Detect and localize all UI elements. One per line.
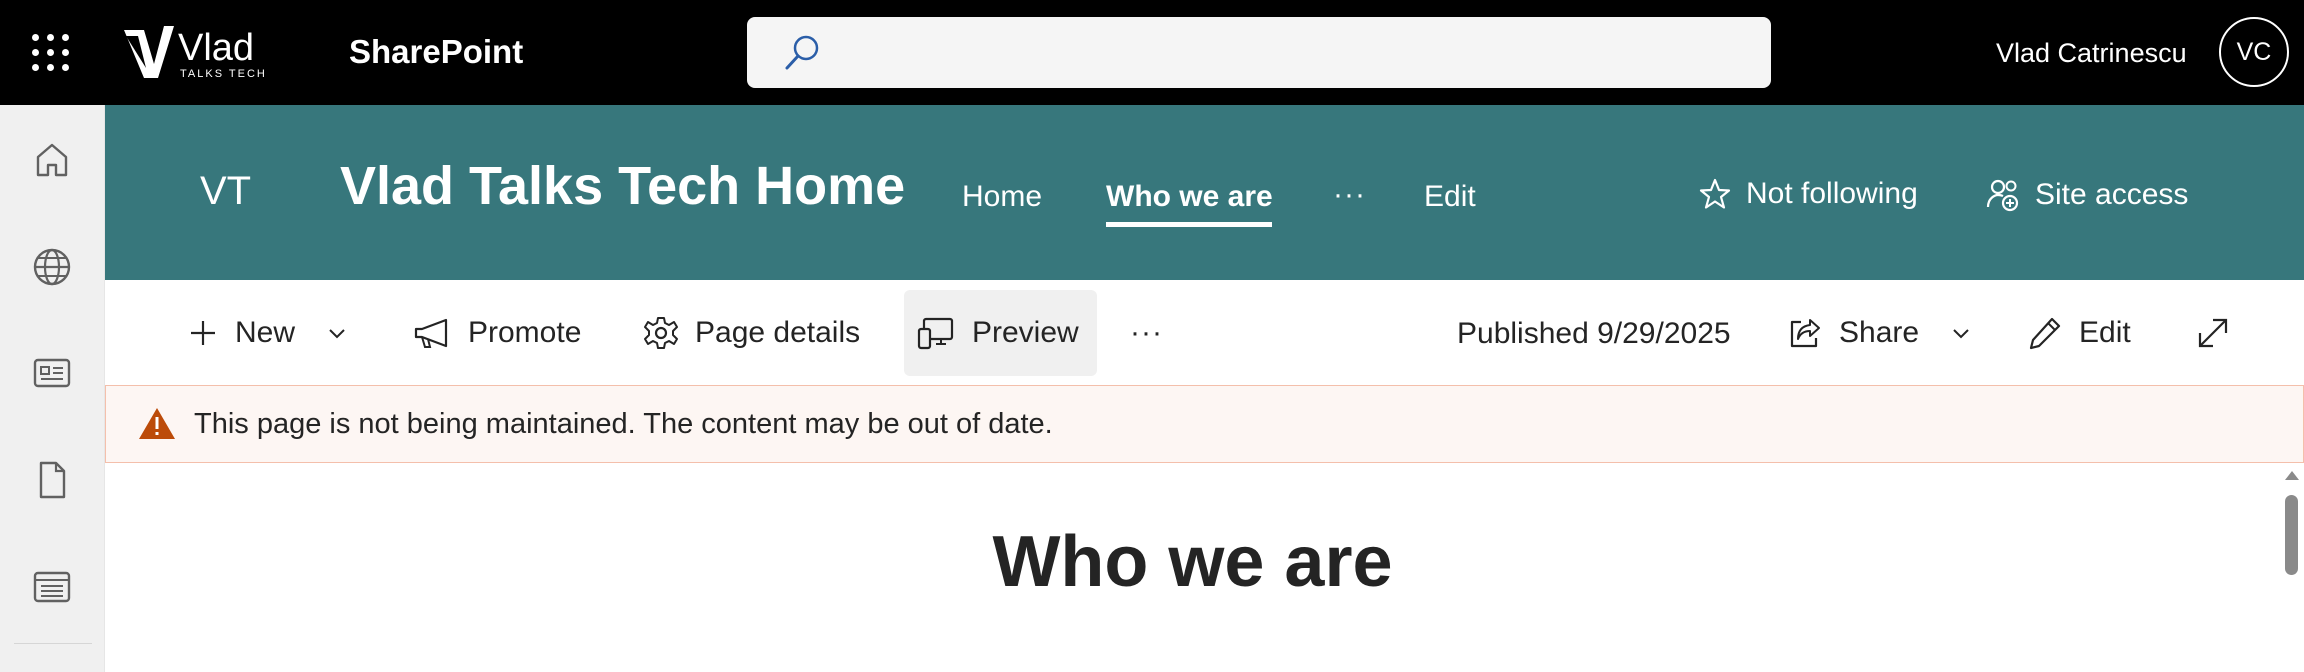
site-header: VT Vlad Talks Tech Home Home Who we are …	[105, 105, 2304, 280]
site-access-label: Site access	[2035, 178, 2189, 211]
scroll-thumb[interactable]	[2285, 495, 2298, 575]
star-icon	[1699, 178, 1731, 209]
published-status: Published 9/29/2025	[1457, 317, 1731, 350]
rail-divider	[14, 643, 92, 644]
app-launcher-icon[interactable]	[32, 34, 70, 72]
more-commands-button[interactable]: ···	[1130, 290, 1163, 376]
left-rail	[0, 105, 105, 672]
warning-banner: This page is not being maintained. The c…	[105, 385, 2304, 463]
chevron-down-icon	[329, 329, 345, 339]
document-icon	[39, 461, 66, 499]
preview-devices-icon	[917, 317, 954, 350]
plus-icon	[191, 321, 215, 345]
page-details-button[interactable]: Page details	[643, 290, 860, 376]
rail-news-button[interactable]	[22, 343, 82, 403]
fullscreen-button[interactable]	[2195, 290, 2231, 376]
globe-icon	[33, 248, 71, 286]
rail-home-button[interactable]	[22, 130, 82, 190]
rail-sites-button[interactable]	[22, 237, 82, 297]
gear-icon	[644, 317, 678, 349]
chevron-down-icon	[1953, 329, 1969, 339]
scroll-up-arrow-icon[interactable]	[2285, 471, 2299, 480]
site-title[interactable]: Vlad Talks Tech Home	[340, 155, 905, 217]
page-details-label: Page details	[695, 316, 861, 349]
avatar[interactable]: VC	[2219, 17, 2289, 87]
scrollbar[interactable]	[2276, 463, 2304, 672]
follow-button[interactable]: Not following	[1698, 177, 1918, 211]
expand-icon	[2198, 318, 2228, 348]
nav-more-button[interactable]: ···	[1333, 178, 1366, 212]
follow-label: Not following	[1746, 177, 1918, 210]
nav-edit-link[interactable]: Edit	[1424, 180, 1476, 214]
search-icon	[785, 35, 819, 70]
site-logo-initials[interactable]: VT	[200, 169, 251, 214]
promote-label: Promote	[468, 316, 582, 349]
nav-active-indicator	[1106, 222, 1272, 227]
edit-label: Edit	[2079, 316, 2131, 349]
promote-button[interactable]: Promote	[412, 290, 581, 376]
share-button[interactable]: Share	[1787, 290, 1971, 376]
rail-lists-button[interactable]	[22, 557, 82, 617]
suite-bar: Vlad TALKS TECH SharePoint Vlad Catrines…	[0, 0, 2304, 105]
preview-button[interactable]: Preview	[904, 290, 1097, 376]
logo-subtext: TALKS TECH	[180, 68, 267, 80]
banner-message: This page is not being maintained. The c…	[194, 408, 1053, 440]
user-name[interactable]: Vlad Catrinescu	[1996, 38, 2187, 69]
pencil-icon	[2029, 317, 2061, 350]
new-button[interactable]: New	[187, 290, 347, 376]
new-label: New	[235, 316, 296, 349]
page-title: Who we are	[992, 522, 1393, 602]
warning-icon	[139, 408, 175, 439]
share-label: Share	[1839, 316, 1920, 349]
nav-home[interactable]: Home	[962, 180, 1042, 214]
site-access-button[interactable]: Site access	[1985, 177, 2188, 213]
logo-text: Vlad	[178, 27, 254, 69]
command-bar: New Promote Page details Preview ··· Pub…	[105, 280, 2304, 385]
search-box[interactable]	[747, 17, 1771, 88]
page-canvas: Who we are	[105, 463, 2275, 672]
home-icon	[36, 143, 68, 177]
people-add-icon	[1986, 179, 2019, 212]
app-name[interactable]: SharePoint	[349, 33, 523, 71]
news-icon	[33, 358, 71, 388]
preview-label: Preview	[972, 316, 1079, 349]
edit-page-button[interactable]: Edit	[2027, 290, 2131, 376]
rail-files-button[interactable]	[22, 450, 82, 510]
site-logo[interactable]: Vlad TALKS TECH	[120, 24, 280, 82]
nav-who-we-are[interactable]: Who we are	[1106, 180, 1273, 214]
list-icon	[33, 571, 71, 603]
megaphone-icon	[414, 318, 448, 348]
share-icon	[1790, 319, 1820, 348]
search-input[interactable]	[837, 31, 1737, 73]
